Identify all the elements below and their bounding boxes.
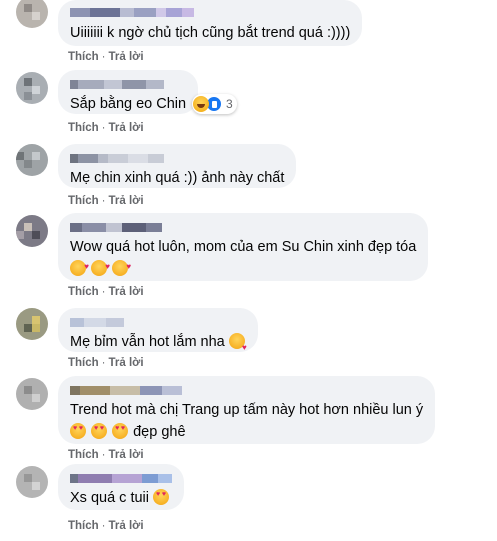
comment-actions: Thích · Trả lời — [68, 286, 144, 298]
separator: · — [101, 122, 106, 134]
heart-eyes-icon — [70, 423, 86, 439]
avatar[interactable] — [16, 215, 48, 247]
comment-text: Sắp bằng eo Chin — [70, 96, 187, 112]
reply-link[interactable]: Trả lời — [109, 520, 144, 532]
comment-actions: Thích · Trả lời — [68, 357, 144, 369]
reply-link[interactable]: Trả lời — [109, 122, 144, 134]
reply-link[interactable]: Trả lời — [109, 286, 144, 298]
comment-text: Xs quá c tuii — [70, 488, 172, 508]
reactions-badge[interactable]: 3 — [192, 94, 237, 114]
reply-link[interactable]: Trả lời — [109, 449, 144, 461]
comment-actions: Thích · Trả lời — [68, 195, 144, 207]
reaction-count: 3 — [226, 97, 233, 111]
avatar[interactable] — [16, 72, 48, 104]
comment-bubble: Xs quá c tuii — [58, 464, 184, 510]
author-name-blurred[interactable] — [70, 151, 284, 165]
like-link[interactable]: Thích — [68, 520, 99, 532]
comment-text: Mẹ chin xinh quá :)) ảnh này chất — [70, 170, 285, 186]
separator: · — [101, 51, 106, 63]
comment-text: Mẹ bỉm vẫn hot lắm nha — [70, 332, 247, 358]
heart-eyes-icon — [153, 489, 170, 505]
emoji-row: đẹp ghê — [70, 422, 423, 442]
author-name-blurred[interactable] — [70, 471, 172, 485]
comment-bubble: Trend hot mà chị Trang up tấm này hot hơ… — [58, 376, 436, 444]
reply-link[interactable]: Trả lời — [109, 195, 144, 207]
comment-bubble: Mẹ bỉm vẫn hot lắm nha — [58, 308, 258, 358]
avatar[interactable] — [16, 0, 48, 28]
haha-reaction-icon — [193, 96, 209, 112]
comment-text-content: Xs quá c tuii — [70, 490, 149, 506]
avatar[interactable] — [16, 466, 48, 498]
author-name-blurred[interactable] — [70, 315, 246, 329]
smiling-face-with-hearts-icon — [112, 257, 131, 277]
comment-actions: Thích · Trả lời — [68, 520, 144, 532]
smiling-face-with-hearts-icon — [70, 257, 89, 277]
avatar[interactable] — [16, 308, 48, 340]
like-link[interactable]: Thích — [68, 51, 99, 63]
comment-bubble: Wow quá hot luôn, mom của em Su Chin xin… — [58, 213, 429, 281]
comment-actions: Thích · Trả lời — [68, 449, 144, 461]
separator: · — [101, 449, 106, 461]
like-link[interactable]: Thích — [68, 286, 99, 298]
like-link[interactable]: Thích — [68, 195, 99, 207]
separator: · — [101, 286, 106, 298]
comment-text-content: Mẹ bỉm vẫn hot lắm nha — [70, 334, 225, 350]
emoji-row — [70, 257, 416, 279]
reply-link[interactable]: Trả lời — [109, 357, 144, 369]
face-blowing-kiss-icon — [228, 333, 247, 358]
smiling-face-with-hearts-icon — [91, 257, 110, 277]
separator: · — [101, 520, 106, 532]
comment-actions: Thích · Trả lời — [68, 122, 144, 134]
avatar[interactable] — [16, 378, 48, 410]
heart-eyes-icon — [112, 423, 129, 439]
author-name-blurred[interactable] — [70, 383, 423, 397]
author-name-blurred[interactable] — [70, 77, 186, 91]
comment-text: Uiiiiiii k ngờ chủ tịch cũng bắt trend q… — [70, 25, 351, 41]
author-name-blurred[interactable] — [70, 220, 416, 234]
comment-actions: Thích · Trả lời — [68, 51, 144, 63]
comment-text-line2: đẹp ghê — [133, 424, 186, 440]
separator: · — [101, 357, 106, 369]
avatar[interactable] — [16, 144, 48, 176]
separator: · — [101, 195, 106, 207]
heart-eyes-icon — [91, 423, 108, 439]
comment-bubble: Sắp bằng eo Chin — [58, 70, 199, 114]
comment-bubble: Uiiiiiii k ngờ chủ tịch cũng bắt trend q… — [58, 0, 363, 46]
comment-text: Wow quá hot luôn, mom của em Su Chin xin… — [70, 239, 417, 255]
comment-bubble: Mẹ chin xinh quá :)) ảnh này chất — [58, 144, 297, 188]
comment-text: Trend hot mà chị Trang up tấm này hot hơ… — [70, 402, 424, 418]
like-link[interactable]: Thích — [68, 449, 99, 461]
like-link[interactable]: Thích — [68, 357, 99, 369]
author-name-blurred[interactable] — [70, 5, 350, 19]
like-link[interactable]: Thích — [68, 122, 99, 134]
reply-link[interactable]: Trả lời — [109, 51, 144, 63]
